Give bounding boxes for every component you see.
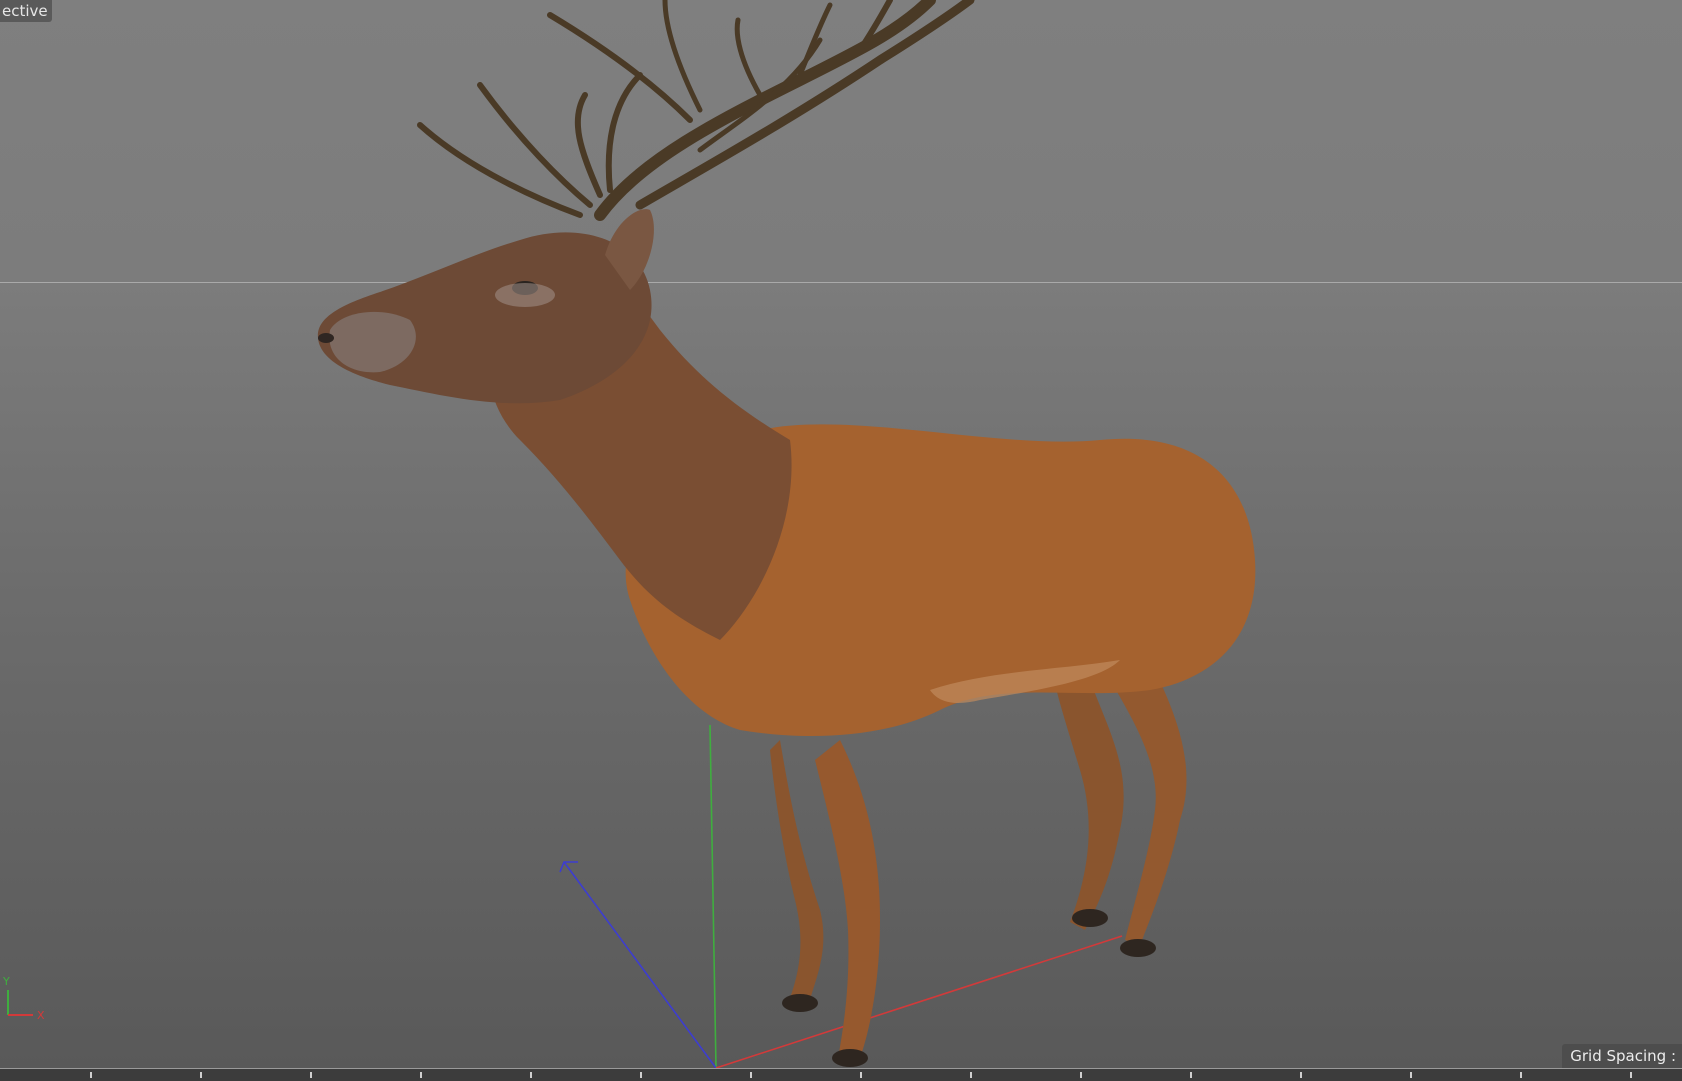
timeline-tick <box>1520 1072 1522 1078</box>
world-y-axis <box>709 724 717 1068</box>
timeline-tick <box>1300 1072 1302 1078</box>
hoof-rear-far <box>1072 909 1108 927</box>
hoof-rear-near <box>1120 939 1156 957</box>
timeline-tick <box>420 1072 422 1078</box>
hoof-front-far <box>782 994 818 1012</box>
timeline-tick <box>200 1072 202 1078</box>
world-z-axis <box>563 861 717 1068</box>
timeline-tick <box>970 1072 972 1078</box>
hoof-front-near <box>832 1049 868 1067</box>
timeline-tick <box>1080 1072 1082 1078</box>
timeline-tick <box>310 1072 312 1078</box>
timeline-tick <box>860 1072 862 1078</box>
deer-nostril <box>318 333 334 343</box>
antlers <box>417 0 975 221</box>
grid-spacing-readout: Grid Spacing : <box>1562 1044 1682 1068</box>
timeline-tick <box>1410 1072 1412 1078</box>
deer-model[interactable] <box>317 0 1256 1067</box>
world-x-axis <box>715 935 1123 1068</box>
axis-label-y: Y <box>2 975 10 988</box>
3d-viewport[interactable]: Y X ective Grid Spacing : <box>0 0 1682 1068</box>
timeline-tick <box>1630 1072 1632 1078</box>
viewport-camera-label[interactable]: ective <box>0 0 52 22</box>
timeline-tick <box>90 1072 92 1078</box>
timeline-tick <box>640 1072 642 1078</box>
world-z-axis-arrow <box>559 861 578 873</box>
scene-canvas[interactable] <box>0 0 1682 1068</box>
front-leg-far <box>770 740 824 1000</box>
timeline-tick <box>750 1072 752 1078</box>
front-leg-near <box>815 740 880 1058</box>
deer-eye-ring <box>495 283 555 307</box>
timeline-tick <box>1190 1072 1192 1078</box>
timeline-tick <box>530 1072 532 1078</box>
timeline-ruler[interactable] <box>0 1068 1682 1081</box>
axis-label-x: X <box>37 1009 45 1022</box>
xyz-axis-icon: Y X <box>2 975 45 1022</box>
